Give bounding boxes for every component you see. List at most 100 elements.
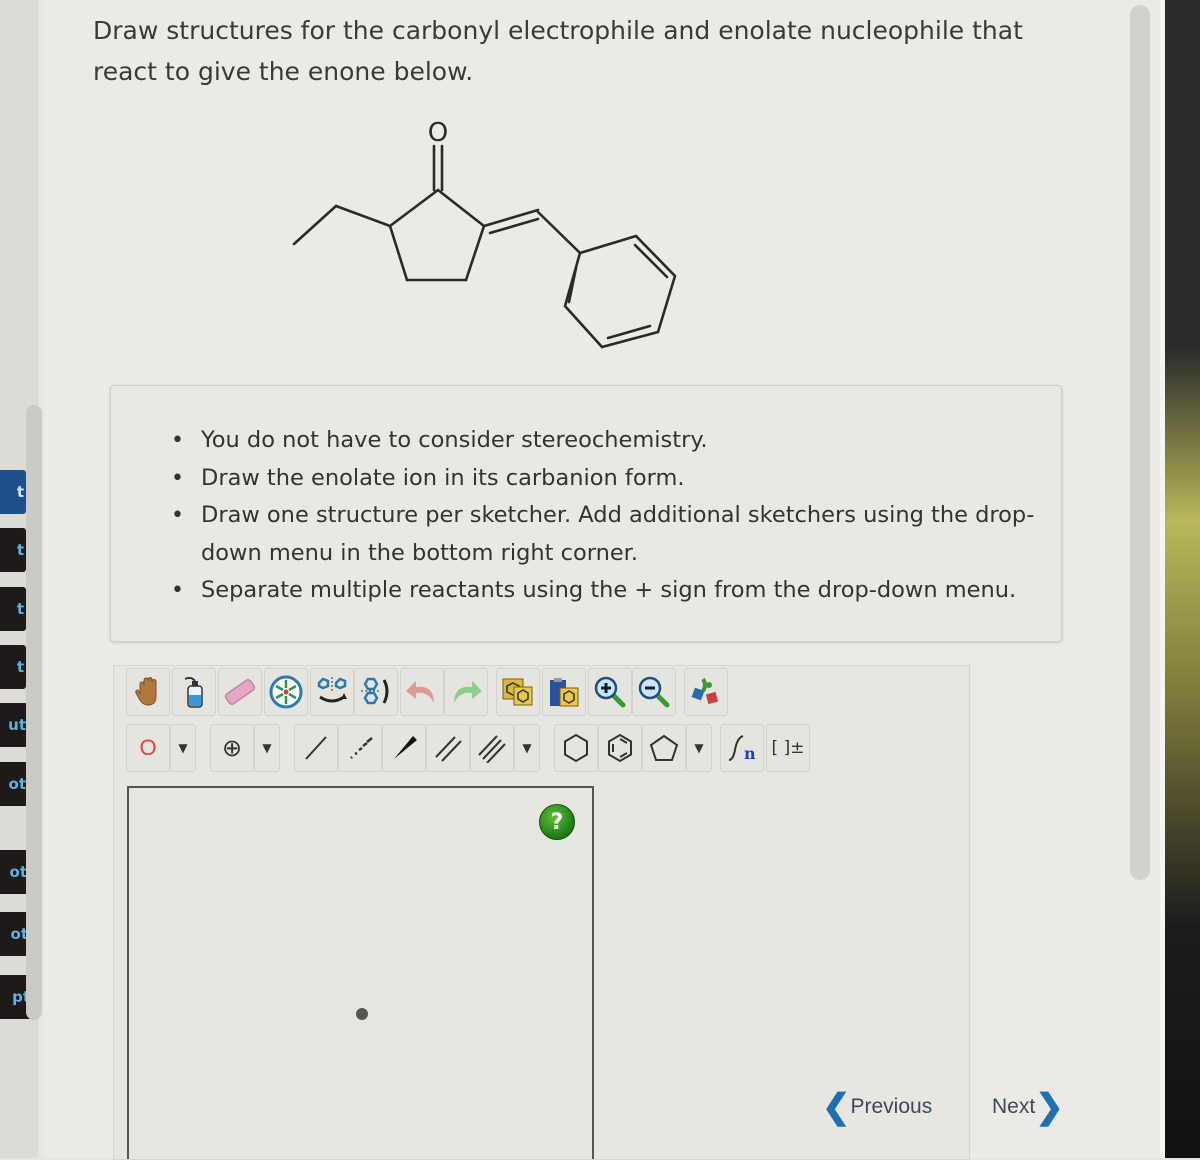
dropdown-arrow-icon: ▼ <box>262 741 272 755</box>
ring-template-icon <box>269 675 303 709</box>
double-bond-icon <box>435 736 462 762</box>
ethyl-bond-2 <box>334 204 392 228</box>
bracket-charge-button[interactable]: [ ]± <box>766 724 810 772</box>
cursor-dot <box>356 1008 368 1020</box>
zoom-in-button[interactable] <box>588 668 632 716</box>
wedge-bond-button[interactable] <box>382 724 426 772</box>
flip-horizontal-icon <box>317 677 347 703</box>
hashed-wedge-icon <box>350 737 373 759</box>
sidebar-tab-2[interactable]: t <box>0 528 26 572</box>
toolbar-row-2: O ▼ ⊕ ▼ ▼ ▼ n []± <box>126 724 812 772</box>
sidebar-tab-label: t <box>16 483 24 501</box>
eraser-tool-button[interactable] <box>218 668 262 716</box>
instruction-item: Draw the enolate ion in its carbanion fo… <box>171 460 1061 498</box>
redo-button[interactable] <box>444 668 488 716</box>
paste-button[interactable] <box>542 668 586 716</box>
previous-label: Previous <box>850 1095 933 1118</box>
next-label: Next <box>992 1095 1036 1118</box>
bracket-charge-icon: [ ]± <box>771 738 805 758</box>
hand-icon <box>135 676 157 706</box>
ethyl-bond-1 <box>292 204 338 246</box>
toolbar-row-1 <box>126 668 730 716</box>
benzene-button[interactable] <box>598 724 642 772</box>
next-button[interactable]: Next ❯ <box>992 1090 1064 1124</box>
sidebar-tab-1[interactable]: t <box>0 470 26 514</box>
sidebar-tab-6[interactable]: ot <box>0 762 28 806</box>
sidebar-tab-label: t <box>16 658 24 676</box>
sgroup-label: n <box>744 744 756 763</box>
dropdown-arrow-icon: ▼ <box>178 741 188 755</box>
instructions-box: You do not have to consider stereochemis… <box>110 385 1062 642</box>
ring-bond-5 <box>388 224 409 282</box>
dropdown-arrow-icon: ▼ <box>694 741 704 755</box>
sidebar-tab-label: t <box>16 600 24 618</box>
ring-bond-2 <box>436 188 486 228</box>
charge-tool-button[interactable]: ⊕ <box>210 724 254 772</box>
sidebar-tab-3[interactable]: t <box>0 587 26 631</box>
cyclohexane-button[interactable] <box>554 724 598 772</box>
clean-structure-button[interactable] <box>684 668 728 716</box>
sidebar-tab-label: ot <box>8 775 26 793</box>
enone-structure: O <box>292 118 677 349</box>
drawing-canvas[interactable]: ? <box>127 786 594 1159</box>
question-prompt: Draw structures for the carbonyl electro… <box>93 16 1023 86</box>
help-icon: ? <box>550 809 564 835</box>
ring-bond-3 <box>464 224 486 282</box>
undo-icon <box>406 681 434 703</box>
ring-bond-1 <box>388 188 440 228</box>
instruction-item: Draw one structure per sketcher. Add add… <box>171 497 1061 572</box>
template-tool-button[interactable] <box>264 668 308 716</box>
cyclopentane-button[interactable] <box>642 724 686 772</box>
zoom-out-button[interactable] <box>632 668 676 716</box>
benzene-ring <box>563 234 677 349</box>
triple-bond-button[interactable] <box>470 724 514 772</box>
flip-horizontal-button[interactable] <box>310 668 354 716</box>
clean-tool-button[interactable] <box>172 668 216 716</box>
sidebar-tab-4[interactable]: t <box>0 645 26 689</box>
single-bond-button[interactable] <box>294 724 338 772</box>
sidebar-tab-5[interactable]: ut <box>0 703 28 747</box>
sidebar-tab-label: t <box>16 541 24 559</box>
charge-dropdown[interactable]: ▼ <box>254 724 280 772</box>
atom-dropdown[interactable]: ▼ <box>170 724 196 772</box>
charge-plus-icon: ⊕ <box>221 734 243 762</box>
paste-icon <box>550 678 579 707</box>
chevron-left-icon: ❮ <box>822 1088 851 1126</box>
left-scrollbar[interactable] <box>26 405 42 1020</box>
sgroup-icon: n <box>728 735 756 763</box>
bond-dropdown[interactable]: ▼ <box>514 724 540 772</box>
background-outside-screen <box>1165 0 1200 1158</box>
ring-dropdown[interactable]: ▼ <box>686 724 712 772</box>
redo-icon <box>454 681 482 703</box>
sgroup-button[interactable]: n <box>720 724 764 772</box>
hashed-bond-button[interactable] <box>338 724 382 772</box>
double-bond-button[interactable] <box>426 724 470 772</box>
benzene-icon <box>608 733 632 763</box>
sidebar-tab-7[interactable]: ot <box>0 850 29 894</box>
dropdown-arrow-icon: ▼ <box>522 741 532 755</box>
copy-icon <box>502 678 533 706</box>
atom-label: O <box>139 735 157 760</box>
eraser-icon <box>224 679 256 705</box>
flip-vertical-button[interactable] <box>354 668 398 716</box>
zoom-out-icon <box>638 676 670 708</box>
alkene-bond-a <box>482 208 540 228</box>
zoom-in-icon <box>594 676 626 708</box>
page-scrollbar[interactable] <box>1130 5 1150 880</box>
solid-wedge-icon <box>394 736 417 759</box>
cyclohexane-icon <box>564 733 588 763</box>
single-bond-icon <box>305 736 327 760</box>
previous-button[interactable]: ❮ Previous <box>822 1090 932 1124</box>
undo-button[interactable] <box>400 668 444 716</box>
instruction-item: You do not have to consider stereochemis… <box>171 422 1061 460</box>
sidebar-tab-label: ot <box>9 863 27 881</box>
hand-tool-button[interactable] <box>126 668 170 716</box>
sidebar-tab-label: ut <box>8 716 26 734</box>
clean-structure-icon <box>691 677 719 705</box>
instruction-item: Separate multiple reactants using the + … <box>171 572 1061 610</box>
copy-button[interactable] <box>496 668 540 716</box>
triple-bond-icon <box>478 735 506 763</box>
cyclopentane-icon <box>649 734 679 761</box>
atom-tool-button[interactable]: O <box>126 724 170 772</box>
help-button[interactable]: ? <box>539 804 575 840</box>
